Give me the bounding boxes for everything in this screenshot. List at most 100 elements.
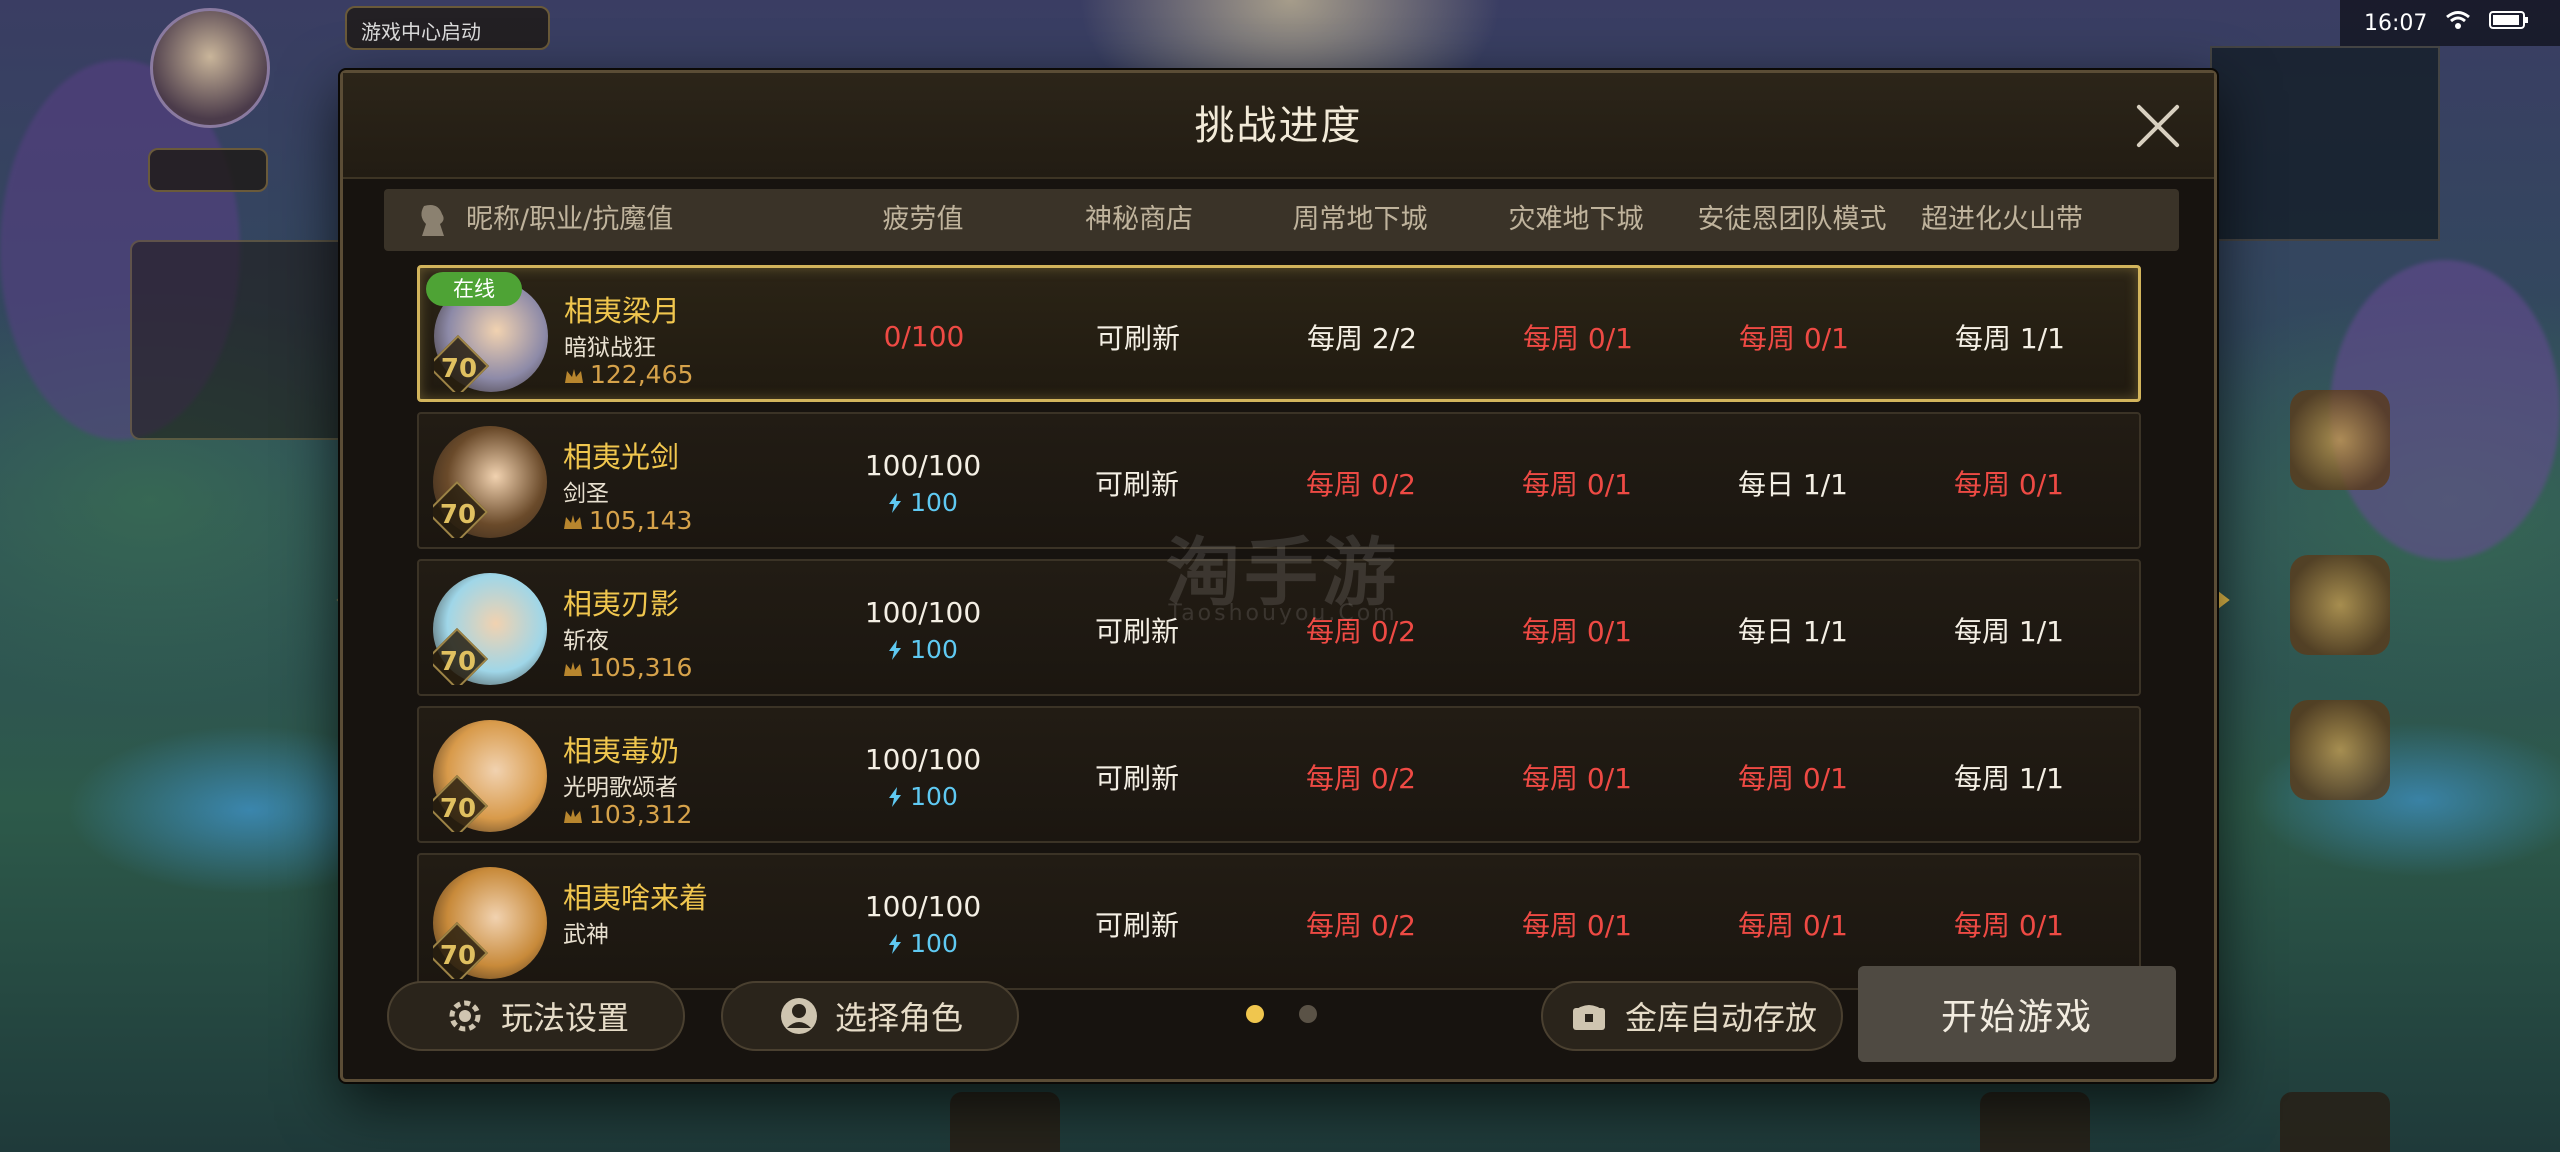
character-job: 武神 (563, 922, 609, 948)
anti-magic-number: 122,465 (590, 360, 694, 389)
shop-cell-value: 可刷新 (1094, 467, 1179, 501)
wifi-icon (2445, 10, 2471, 36)
character-portrait: 70 (433, 867, 547, 979)
column-header-bar: 昵称/职业/抗魔值 疲劳值 神秘商店 周常地下城 灾难地下城 安徒恩团队模式 超… (384, 189, 2179, 251)
side-menu-icon[interactable] (2290, 700, 2390, 800)
character-silhouette-icon (421, 205, 444, 236)
side-menu-icon[interactable] (2290, 390, 2390, 490)
fatigue-cell-value: 100/100 (864, 595, 982, 629)
fatigue-cell-value: 100/100 (864, 889, 982, 923)
character-name: 相夷光剑 (563, 440, 680, 474)
game-center-chip-label: 游戏中心启动 (361, 20, 481, 44)
chest-icon (1572, 1005, 1605, 1030)
fatigue-bonus-value: 100 (910, 928, 958, 958)
crown-icon (565, 369, 583, 383)
fatigue-cell-value: 100/100 (864, 742, 982, 776)
character-list[interactable]: 70 在线 相夷梁月 暗狱战狂 122,465 0/100 可刷新 每周 2/2 每周 0/1 每… (417, 265, 2150, 1017)
character-row[interactable]: 70 在线 相夷梁月 暗狱战狂 122,465 0/100 可刷新 每周 2/2 每周 0/1 每… (417, 265, 2141, 402)
column-shop: 神秘商店 (1085, 204, 1193, 235)
start-game-label: 开始游戏 (1940, 997, 2093, 1038)
bolt-icon (889, 492, 902, 513)
shop-cell-value: 可刷新 (1094, 761, 1179, 795)
fatigue-cell: 100/100 100 (833, 708, 1013, 845)
player-avatar[interactable] (150, 8, 270, 128)
auto-store-button[interactable]: 金库自动存放 (1541, 981, 1843, 1051)
disaster-dungeon-cell-value: 每周 0/1 (1522, 467, 1632, 501)
volcano-cell: 每周 0/1 (1909, 414, 2109, 551)
anti-magic-value: 105,143 (563, 506, 692, 535)
side-menu-icon[interactable] (2290, 555, 2390, 655)
bottom-menu-icon[interactable] (1980, 1092, 2090, 1152)
dialog-header: 挑战进度 (343, 73, 2214, 179)
disaster-dungeon-cell-value: 每周 0/1 (1522, 614, 1632, 648)
anton-raid-cell-value: 每周 0/1 (1738, 761, 1848, 795)
volcano-cell-value: 每周 0/1 (1954, 467, 2064, 501)
level-text: 70 (439, 794, 477, 824)
disaster-dungeon-cell-value: 每周 0/1 (1522, 761, 1632, 795)
hud-button[interactable] (148, 148, 268, 192)
disaster-dungeon-cell: 每周 0/1 (1477, 855, 1677, 992)
character-portrait: 70 (433, 720, 547, 832)
crown-icon (564, 662, 582, 676)
character-row[interactable]: 70 相夷毒奶 光明歌颂者 103,312 100/100 100 可刷新 每周 0/2 每周 … (417, 706, 2141, 843)
anti-magic-number: 105,316 (589, 653, 693, 682)
select-character-button[interactable]: 选择角色 (721, 981, 1019, 1051)
fatigue-cell: 0/100 (834, 268, 1014, 405)
online-badge: 在线 (426, 272, 522, 306)
bolt-icon (889, 639, 902, 660)
minimap[interactable] (2210, 46, 2440, 241)
character-name: 相夷梁月 (564, 294, 681, 328)
watermark-sub: Taoshouyou.Com (1168, 601, 1398, 626)
character-portrait: 70 (433, 426, 547, 538)
crown-icon (564, 809, 582, 823)
anton-raid-cell-value: 每日 1/1 (1738, 614, 1848, 648)
column-weekly-dungeon: 周常地下城 (1292, 204, 1428, 235)
anton-raid-cell-value: 每周 0/1 (1738, 908, 1848, 942)
anti-magic-value: 122,465 (564, 360, 693, 389)
game-center-chip[interactable]: 游戏中心启动 (345, 6, 550, 50)
weekly-dungeon-cell: 每周 2/2 (1262, 268, 1462, 405)
fatigue-bonus: 100 (888, 488, 958, 517)
fatigue-cell-value: 0/100 (883, 320, 965, 353)
crown-icon (564, 515, 582, 529)
column-fatigue: 疲劳值 (882, 204, 964, 235)
anton-raid-cell-value: 每周 0/1 (1739, 321, 1849, 355)
shop-cell: 可刷新 (1047, 708, 1227, 845)
bolt-icon (889, 933, 902, 954)
disaster-dungeon-cell: 每周 0/1 (1477, 708, 1677, 845)
status-bar: 16:07 (2340, 0, 2560, 46)
column-anton-raid: 安徒恩团队模式 (1697, 204, 1887, 235)
start-game-button[interactable]: 开始游戏 (1858, 966, 2176, 1062)
close-button[interactable] (2134, 101, 2184, 151)
bottom-menu-icon[interactable] (950, 1092, 1060, 1152)
weekly-dungeon-cell: 每周 0/2 (1261, 708, 1461, 845)
disaster-dungeon-cell-value: 每周 0/1 (1523, 321, 1633, 355)
weekly-dungeon-cell-value: 每周 0/2 (1306, 467, 1416, 501)
gameplay-settings-button[interactable]: 玩法设置 (387, 981, 685, 1051)
volcano-cell: 每周 1/1 (1909, 561, 2109, 698)
weekly-dungeon-cell-value: 每周 0/2 (1306, 908, 1416, 942)
disaster-dungeon-cell: 每周 0/1 (1478, 268, 1678, 405)
weekly-dungeon-cell-value: 每周 2/2 (1307, 321, 1417, 355)
anti-magic-value: 103,312 (563, 800, 692, 829)
character-name: 相夷毒奶 (563, 734, 680, 768)
anton-raid-cell: 每周 0/1 (1694, 268, 1894, 405)
volcano-cell-value: 每周 1/1 (1955, 321, 2065, 355)
shop-cell-value: 可刷新 (1094, 908, 1179, 942)
anti-magic-number: 103,312 (589, 800, 693, 829)
character-name: 相夷啥来着 (563, 881, 709, 915)
disaster-dungeon-cell: 每周 0/1 (1477, 414, 1677, 551)
character-icon (780, 998, 817, 1034)
volcano-cell-value: 每周 0/1 (1954, 908, 2064, 942)
page-indicator-dot (1299, 1005, 1317, 1023)
select-character-label: 选择角色 (834, 999, 963, 1037)
volcano-cell-value: 每周 1/1 (1954, 614, 2064, 648)
dialog-title: 挑战进度 (1194, 103, 1363, 149)
level-text: 70 (440, 354, 478, 384)
anti-magic-number: 105,143 (589, 506, 693, 535)
anton-raid-cell: 每日 1/1 (1693, 414, 1893, 551)
weekly-dungeon-cell-value: 每周 0/2 (1306, 761, 1416, 795)
bottom-menu-icon[interactable] (2280, 1092, 2390, 1152)
bolt-icon (889, 786, 902, 807)
volcano-cell-value: 每周 1/1 (1954, 761, 2064, 795)
